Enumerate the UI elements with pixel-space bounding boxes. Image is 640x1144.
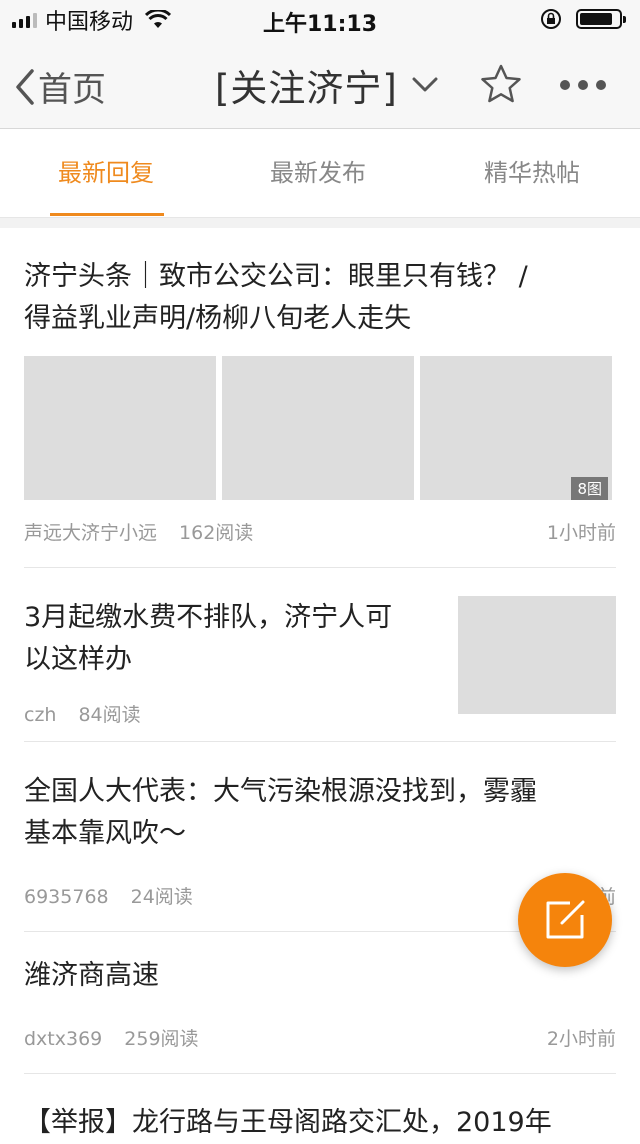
back-label: 首页 [38,70,106,110]
tab-featured[interactable]: 精华热帖 [450,129,614,217]
favorite-star-icon[interactable] [480,64,522,104]
forum-title-dropdown[interactable]: [关注济宁] [215,58,438,112]
post-item[interactable]: 济宁头条｜致市公交公司：眼里只有钱？ / 得益乳业声明/杨柳八旬老人走失 [24,256,616,340]
compose-post-button[interactable] [518,873,612,967]
orientation-lock-icon [541,9,561,29]
status-right [540,8,626,30]
divider [24,567,616,568]
more-options-icon[interactable] [560,80,606,90]
compose-icon [546,900,585,939]
post-item[interactable]: 潍济商高速 [24,955,616,997]
post-title-line: 【举报】龙行路与王母阁路交汇处，2019年 [24,1107,552,1138]
post-thumbnail[interactable] [458,596,616,714]
tab-bar: 最新回复 最新发布 精华热帖 [0,129,640,218]
chevron-down-icon [412,77,438,92]
post-reads: 24阅读 [130,886,193,908]
section-gap [0,218,640,228]
nav-bar: 首页 [关注济宁] [0,40,640,129]
post-title-line: 基本靠风吹～ [24,818,186,849]
post-item[interactable]: 【举报】龙行路与王母阁路交汇处，2019年 [24,1102,616,1144]
post-author: czh [24,704,57,726]
post-title-line: 济宁头条｜致市公交公司：眼里只有钱？ / [24,261,528,292]
battery-icon [576,9,626,29]
post-author: 声远大济宁小远 [24,522,158,544]
post-time: 1小时前 [546,522,616,544]
divider [24,741,616,742]
post-thumbnail[interactable] [24,356,216,500]
divider [24,1073,616,1074]
post-title-line: 潍济商高速 [24,960,159,991]
post-reads: 162阅读 [179,522,254,544]
post-meta: czh 84阅读 [24,700,424,727]
post-thumbnail[interactable] [222,356,414,500]
post-reads: 259阅读 [124,1028,199,1050]
post-title-line: 得益乳业声明/杨柳八旬老人走失 [24,303,412,334]
post-title-line: 3月起缴水费不排队，济宁人可 [24,602,393,633]
post-meta: dxtx369 259阅读 2小时前 [24,1024,616,1051]
post-title-line: 全国人大代表：大气污染根源没找到，雾霾 [24,776,537,807]
status-bar: 中国移动 上午11:13 [0,0,640,40]
forum-title: [关注济宁] [215,67,398,110]
image-count-badge: 8图 [571,477,608,500]
post-thumbnail[interactable]: 8图 [420,356,612,500]
post-reads: 84阅读 [78,704,141,726]
back-button[interactable]: 首页 [14,62,106,111]
post-item[interactable]: 3月起缴水费不排队，济宁人可 以这样办 [24,597,444,681]
post-author: 6935768 [24,886,109,908]
chevron-left-icon [16,68,34,105]
post-meta: 声远大济宁小远 162阅读 1小时前 [24,518,616,544]
post-time: 2小时前 [546,1028,616,1050]
tab-latest-reply[interactable]: 最新回复 [24,129,188,217]
tab-latest-posts[interactable]: 最新发布 [236,129,400,217]
post-item[interactable]: 全国人大代表：大气污染根源没找到，雾霾 基本靠风吹～ [24,771,616,855]
tab-active-indicator [50,213,164,216]
post-author: dxtx369 [24,1028,103,1050]
post-title-line: 以这样办 [24,644,132,675]
